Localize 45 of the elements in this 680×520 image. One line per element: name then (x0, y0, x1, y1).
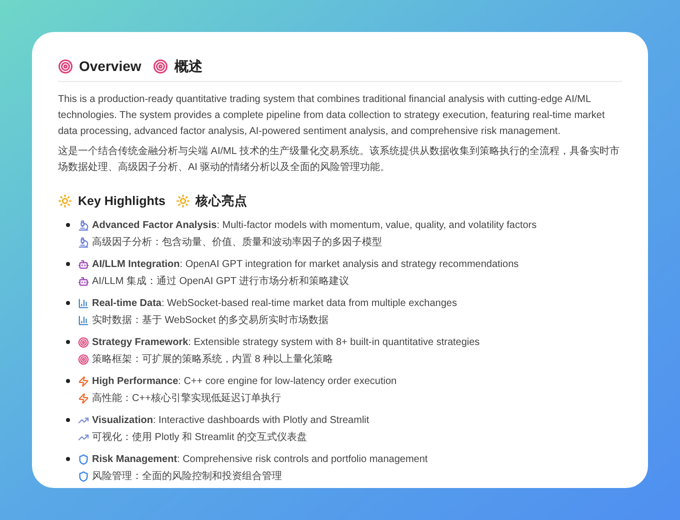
target-icon (78, 354, 89, 365)
highlight-text: 可视化：使用 Plotly 和 Streamlit 的交互式仪表盘 (92, 430, 308, 445)
highlight-text: Risk Management: Comprehensive risk controls and portfolio management (92, 452, 428, 467)
section-title: 核心亮点 (196, 193, 248, 210)
line-chart-icon (78, 432, 89, 443)
microscope-icon (78, 220, 89, 231)
bar-chart-icon (78, 298, 89, 309)
highlight-text: Real-time Data: WebSocket-based real-time market data from multiple exchanges (92, 296, 457, 311)
highlight-text: 实时数据：基于 WebSocket 的多交易所实时市场数据 (92, 314, 329, 328)
bullet-icon (66, 262, 70, 266)
bullet-icon (66, 457, 70, 462)
microscope-icon (78, 236, 89, 248)
paragraph: 这是一个结合传统金融分析与尖端 AI/ML 技术的生产级量化交易系统。该系统提供从数据收集到策略执行的全流程，具备实时市场数据处理、高级因子分析、AI 驱动的情绪分析以及全面的风险管理功能。 (58, 144, 620, 175)
lightning-icon (78, 392, 89, 404)
bullet-icon (66, 340, 70, 344)
target-icon (153, 59, 168, 74)
highlight-text: AI/LLM 集成：通过 OpenAI GPT 进行市场分析和策略建议 (92, 274, 350, 289)
sun-icon (176, 194, 190, 208)
section-title: 概述 (174, 57, 202, 76)
highlight-text: 高性能：C++核心引擎实现低延迟订单执行 (92, 392, 281, 406)
highlight-text: Visualization: Interactive dashboards with Plotly and Streamlit (92, 414, 370, 428)
bullet-icon (66, 379, 70, 384)
highlight-text: High Performance: C++ core engine for low-latency order execution (92, 374, 397, 389)
section-title: Key Highlights (78, 193, 166, 210)
bar-chart-icon (78, 314, 89, 326)
highlight-text: AI/LLM Integration: OpenAI GPT integration for market analysis and strategy recommendations (92, 258, 519, 272)
robot-icon (78, 276, 89, 287)
robot-icon (78, 258, 89, 270)
lightning-icon (78, 376, 89, 387)
paragraph: This is a production-ready quantitative trading system that combines traditional financial analysis with cutting-edge AI/ML technologies. The system provides a complete pipeline from data collection to strategy execution, featuring real-time market data processing, advanced factor analysis, AI-powered sentiment analysis, and comprehensive risk management. (58, 93, 606, 139)
highlight-text: 风险管理：全面的风险控制和投资组合管理 (92, 470, 282, 484)
target-icon (78, 336, 89, 348)
bullet-icon (66, 418, 70, 422)
highlight-text: Strategy Framework: Extensible strategy system with 8+ built-in quantitative strategies (92, 336, 480, 350)
shield-icon (78, 470, 89, 482)
bullet-icon (66, 301, 70, 306)
section-title: Overview (79, 57, 142, 76)
sun-icon (58, 194, 72, 208)
target-icon (58, 59, 73, 74)
highlight-text: 高级因子分析：包含动量、价值、质量和波动率因子的多因子模型 (92, 236, 382, 250)
shield-icon (78, 454, 89, 465)
highlight-text: Advanced Factor Analysis: Multi-factor models with momentum, value, quality, and volatility factors (92, 218, 537, 233)
line-chart-icon (78, 414, 89, 426)
bullet-icon (66, 223, 70, 228)
highlight-text: 策略框架：可扩展的策略系统，内置 8 种以上量化策略 (92, 352, 334, 367)
